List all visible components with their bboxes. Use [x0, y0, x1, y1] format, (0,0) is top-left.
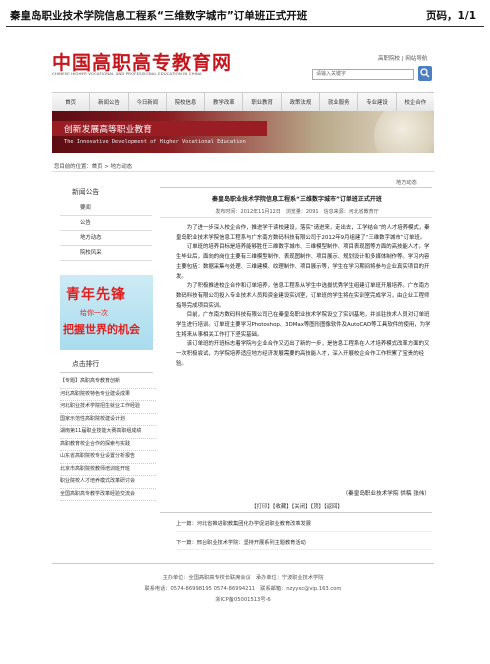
nav-item-0[interactable]: 首页 — [52, 93, 91, 111]
sidebar-item-news[interactable]: 要闻 — [60, 201, 152, 216]
nav-item-1[interactable]: 新闻公告 — [90, 93, 129, 111]
footer-sponsor: 主办单位：全国高职高专校长联席会议 承办单位：宁波职业技术学院 — [162, 575, 324, 581]
content-divider — [160, 187, 432, 188]
print-title: 秦皇岛职业技术学院信息工程系“三维数字城市”订单班正式开班 — [10, 10, 308, 22]
nav-item-3[interactable]: 院校信息 — [167, 93, 206, 111]
prev-divider — [176, 531, 432, 532]
article-actions-divider — [160, 512, 432, 513]
hero-slogan-english: The Innovative Development of Higher Voc… — [64, 139, 246, 145]
footer-icp[interactable]: 浙ICP备05001513号-6 — [52, 596, 434, 603]
article-paragraph: 目前，广东南方数码科技有限公司已在秦皇岛职业技术学院设立了实训基地，并派驻技术人… — [176, 312, 431, 338]
globe-image — [374, 111, 434, 153]
article-signature: （秦皇岛职业技术学院 供稿 张伟） — [342, 491, 430, 497]
article-title: 秦皇岛职业技术学院信息工程系“三维数字城市”订单班正式开班 — [212, 196, 382, 203]
article-paragraph: 订单班的培养目标是培养能够胜任三维数字城市、三维模型制作、项目表现图等方面的高技… — [176, 244, 430, 280]
footer-contact: 联系电话：0574-86998195 0574-86994211 联系邮箱：nz… — [144, 586, 342, 592]
article-actions[interactable]: 【打印】【收藏】【关闭】【顶】【返回】 — [160, 502, 434, 510]
footer-divider — [52, 563, 434, 564]
hot-list-item[interactable]: 【专题】高职高专教育创新 — [60, 376, 156, 389]
promo-line-3: 把握世界的机会 — [63, 323, 140, 336]
main-nav: 首页 新闻公告 今日新闻 院校信息 教学改革 职业教育 政策法规 就业服务 专业建设 校企合作 — [52, 92, 434, 112]
breadcrumb-divider — [52, 171, 434, 172]
hot-list-title: 点击排行 — [72, 360, 100, 368]
hero-banner: 创新发展高等职业教育 The Innovative Development of… — [52, 111, 434, 153]
prev-article-link[interactable]: 上一篇：河北省推进职教集团化办学促进职业教育改革发展 — [176, 520, 311, 527]
hot-list-item[interactable]: 全国高职高专教学改革经验交流会 — [60, 489, 156, 501]
site-logo-english: CHINESE HIGHER VOCATIONAL AND PROFESSION… — [52, 71, 202, 76]
sidebar-title: 新闻公告 — [72, 188, 100, 196]
nav-item-8[interactable]: 专业建设 — [358, 93, 397, 111]
promo-line-1: 青年先锋 — [66, 287, 126, 303]
sidebar-item-colleges[interactable]: 院校风采 — [60, 246, 152, 261]
next-article-link[interactable]: 下一篇：邢台职业技术学院：坚持开展系列主题教育活动 — [176, 539, 306, 546]
next-divider — [176, 549, 432, 550]
hot-list-divider — [60, 372, 153, 373]
hot-list-item[interactable]: 湖南第11届职业技能大赛高职组成绩 — [60, 426, 156, 439]
section-label: 地方动态 — [396, 180, 417, 186]
promo-banner[interactable]: 青年先锋 给你一次 把握世界的机会 — [60, 275, 153, 350]
print-page-number: 页码，1/1 — [426, 10, 476, 22]
hot-list-item[interactable]: 河北职业技术学院招生就业工作经验 — [60, 401, 156, 414]
nav-item-4[interactable]: 教学改革 — [205, 93, 244, 111]
nav-item-2[interactable]: 今日新闻 — [129, 93, 167, 111]
hot-list-item[interactable]: 国家示范性高职院校建设计划 — [60, 414, 156, 426]
promo-line-2: 给你一次 — [80, 309, 108, 317]
sidebar-list: 要闻 公告 地方动态 院校风采 — [60, 201, 152, 261]
hero-slogan: 创新发展高等职业教育 — [64, 125, 152, 135]
sidebar-item-local[interactable]: 地方动态 — [60, 231, 152, 246]
article-paragraph: 为了进一步深入校企合作，推进学干读校建设，落实“请进来，走出去，工学结合”的人才… — [176, 225, 430, 241]
article-meta: 发布时间：2012年11月12日 浏览量：2091 信息来源：河北省教育厅 — [215, 209, 379, 215]
nav-item-9[interactable]: 校企合作 — [397, 93, 434, 111]
hot-list-item[interactable]: 高职教育校企合作的探索与实践 — [60, 439, 156, 451]
search-icon — [420, 68, 430, 78]
nav-item-7[interactable]: 就业服务 — [320, 93, 359, 111]
hot-list-item[interactable]: 北京市高职院校教师培训班开班 — [60, 464, 156, 476]
breadcrumb[interactable]: 您目前的位置：首页 > 地方动态 — [54, 162, 132, 170]
hot-list: 【专题】高职高专教育创新 河北高职院校特色专业建设成果 河北职业技术学院招生就业工作… — [60, 376, 156, 501]
hot-list-item[interactable]: 河北高职院校特色专业建设成果 — [60, 389, 156, 401]
article-paragraph: 该订单班的开班标志着学院与企业合作又迈出了新的一步，是信息工程系在人才培养模式改… — [176, 341, 430, 367]
article-meta-divider — [160, 217, 432, 218]
article-paragraph: 为了积极推进校企合作和订单培养，信息工程系从学生中选拔优秀学生组建订单班开展培养… — [176, 283, 430, 309]
article-body: 为了进一步深入校企合作，推进学干读校建设，落实“请进来，走出去，工学结合”的人才… — [176, 224, 432, 370]
search-input[interactable]: 请输入关键字 — [312, 69, 414, 80]
hot-list-item[interactable]: 山东省高职院校专业设置分析报告 — [60, 451, 156, 464]
hot-list-item[interactable]: 职业院校人才培养模式改革研讨会 — [60, 476, 156, 489]
nav-item-6[interactable]: 政策法规 — [282, 93, 321, 111]
nav-item-5[interactable]: 职业教育 — [243, 93, 282, 111]
top-links[interactable]: 高职院校 | 网站导航 — [378, 54, 427, 62]
search-button[interactable] — [418, 66, 432, 81]
sidebar-item-notice[interactable]: 公告 — [60, 216, 152, 231]
print-header-divider — [6, 26, 484, 27]
